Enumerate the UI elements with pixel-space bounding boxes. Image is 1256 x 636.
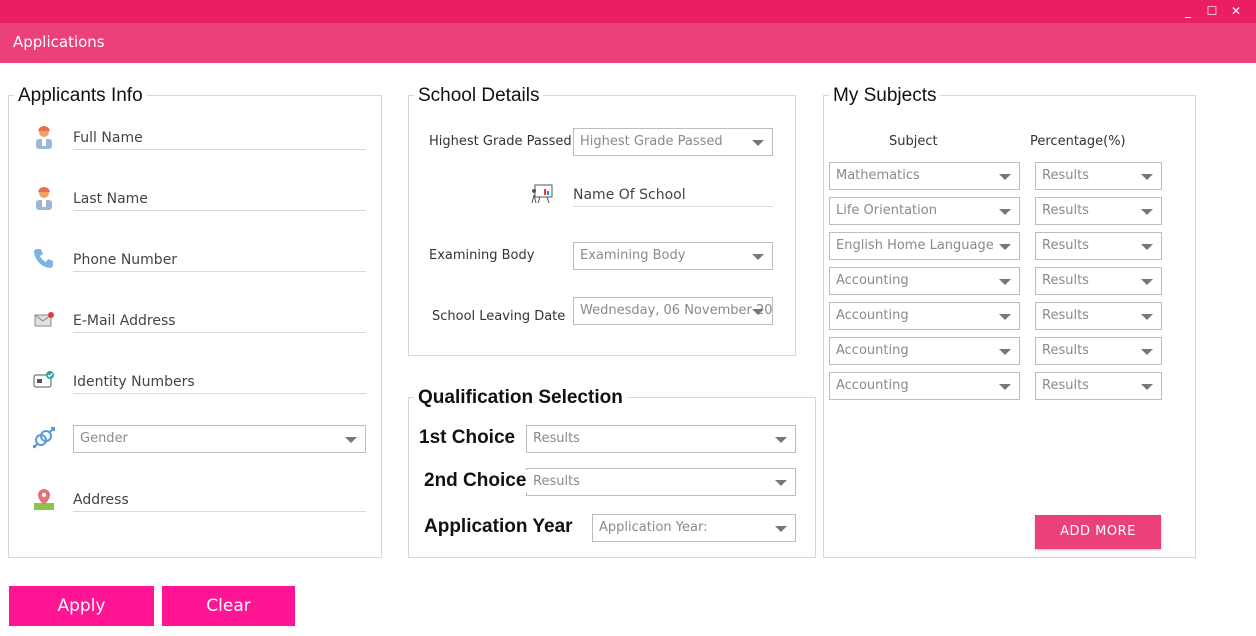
chevron-down-icon xyxy=(999,174,1011,180)
first-choice-select[interactable]: Results xyxy=(526,425,796,453)
examining-body-select[interactable]: Examining Body xyxy=(573,242,773,270)
my-subjects-legend: My Subjects xyxy=(829,85,941,107)
school-leaving-date-label: School Leaving Date xyxy=(432,309,566,324)
chevron-down-icon xyxy=(999,244,1011,250)
address-field[interactable]: Address xyxy=(73,488,366,512)
chevron-down-icon xyxy=(752,140,764,146)
chevron-down-icon xyxy=(775,437,787,443)
gender-icon xyxy=(32,426,56,450)
chevron-down-icon xyxy=(999,349,1011,355)
subject-select-value: Accounting xyxy=(836,308,909,323)
clear-button[interactable]: Clear xyxy=(162,586,295,626)
subject-select[interactable]: Mathematics xyxy=(829,162,1020,190)
gender-select-value: Gender xyxy=(80,431,128,446)
result-select[interactable]: Results xyxy=(1035,162,1162,190)
second-choice-label: 2nd Choice xyxy=(424,470,529,492)
last-name-field[interactable]: Last Name xyxy=(73,187,366,211)
examining-body-value: Examining Body xyxy=(580,248,686,263)
result-select[interactable]: Results xyxy=(1035,337,1162,365)
subject-column-header: Subject xyxy=(889,134,938,149)
subject-select-value: Accounting xyxy=(836,378,909,393)
app-title: Applications xyxy=(13,33,105,51)
result-select[interactable]: Results xyxy=(1035,372,1162,400)
phone-number-field[interactable]: Phone Number xyxy=(73,248,366,272)
result-select[interactable]: Results xyxy=(1035,302,1162,330)
identity-number-field[interactable]: Identity Numbers xyxy=(73,370,366,394)
person-icon xyxy=(32,186,56,210)
school-leaving-date-picker[interactable]: Wednesday, 06 November 2019 xyxy=(573,297,773,325)
application-year-label: Application Year xyxy=(424,516,573,537)
highest-grade-value: Highest Grade Passed xyxy=(580,134,723,149)
chevron-down-icon xyxy=(1141,279,1153,285)
chevron-down-icon xyxy=(999,279,1011,285)
subject-select-value: Accounting xyxy=(836,343,909,358)
chevron-down-icon xyxy=(1141,384,1153,390)
id-card-icon xyxy=(32,369,56,393)
maximize-button[interactable]: ☐ xyxy=(1204,3,1220,19)
application-year-select[interactable]: Application Year: xyxy=(592,514,796,542)
subject-select[interactable]: Life Orientation xyxy=(829,197,1020,225)
location-pin-icon xyxy=(32,487,56,511)
window-titlebar: _ ☐ ✕ xyxy=(0,0,1256,23)
chevron-down-icon xyxy=(752,254,764,260)
person-icon xyxy=(32,125,56,149)
chevron-down-icon xyxy=(1141,174,1153,180)
presentation-board-icon xyxy=(530,182,554,206)
school-leaving-date-value: Wednesday, 06 November 2019 xyxy=(580,303,772,318)
subject-select[interactable]: Accounting xyxy=(829,267,1020,295)
second-choice-value: Results xyxy=(533,474,580,489)
email-icon xyxy=(32,308,56,332)
chevron-down-icon xyxy=(752,309,764,315)
qualification-selection-legend: Qualification Selection xyxy=(414,387,627,409)
application-year-value: Application Year: xyxy=(599,520,708,535)
chevron-down-icon xyxy=(1141,349,1153,355)
chevron-down-icon xyxy=(999,384,1011,390)
chevron-down-icon xyxy=(1141,244,1153,250)
chevron-down-icon xyxy=(775,526,787,532)
school-name-field[interactable]: Name Of School xyxy=(573,183,773,207)
subject-select[interactable]: Accounting xyxy=(829,337,1020,365)
chevron-down-icon xyxy=(999,314,1011,320)
gender-select[interactable]: Gender xyxy=(73,425,366,453)
second-choice-select[interactable]: Results xyxy=(526,468,796,496)
subject-select[interactable]: English Home Language xyxy=(829,232,1020,260)
highest-grade-label: Highest Grade Passed xyxy=(429,134,572,149)
subject-select-value: Life Orientation xyxy=(836,203,937,218)
subject-select[interactable]: Accounting xyxy=(829,302,1020,330)
full-name-field[interactable]: Full Name xyxy=(73,126,366,150)
chevron-down-icon xyxy=(1141,314,1153,320)
phone-icon xyxy=(32,247,56,271)
subject-select[interactable]: Accounting xyxy=(829,372,1020,400)
result-select[interactable]: Results xyxy=(1035,267,1162,295)
email-field[interactable]: E-Mail Address xyxy=(73,309,366,333)
highest-grade-select[interactable]: Highest Grade Passed xyxy=(573,128,773,156)
chevron-down-icon xyxy=(345,437,357,443)
subject-select-value: Mathematics xyxy=(836,168,920,183)
minimize-button[interactable]: _ xyxy=(1180,3,1196,19)
percentage-column-header: Percentage(%) xyxy=(1030,134,1126,149)
chevron-down-icon xyxy=(775,480,787,486)
school-details-legend: School Details xyxy=(414,85,544,107)
result-select[interactable]: Results xyxy=(1035,197,1162,225)
examining-body-label: Examining Body xyxy=(429,248,535,263)
result-select[interactable]: Results xyxy=(1035,232,1162,260)
applicants-info-legend: Applicants Info xyxy=(14,85,147,107)
apply-button[interactable]: Apply xyxy=(9,586,154,626)
add-more-button[interactable]: ADD MORE xyxy=(1035,515,1161,549)
chevron-down-icon xyxy=(999,209,1011,215)
first-choice-value: Results xyxy=(533,431,580,446)
app-header: Applications xyxy=(0,23,1256,63)
first-choice-label: 1st Choice xyxy=(419,427,516,448)
chevron-down-icon xyxy=(1141,209,1153,215)
close-button[interactable]: ✕ xyxy=(1228,3,1244,19)
subject-select-value: English Home Language xyxy=(836,238,994,253)
subject-select-value: Accounting xyxy=(836,273,909,288)
